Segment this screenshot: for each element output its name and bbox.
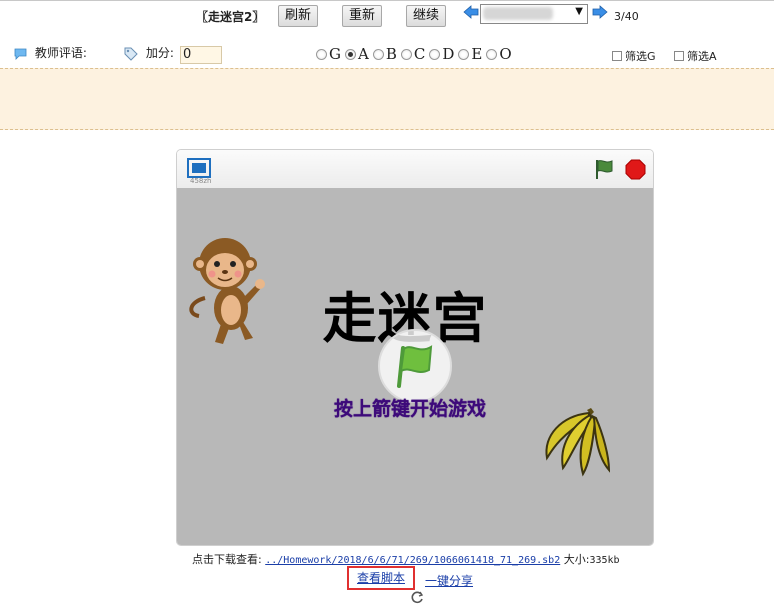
grade-radio[interactable] bbox=[316, 48, 327, 60]
grade-option[interactable]: E bbox=[458, 45, 482, 63]
grade-radio[interactable] bbox=[429, 48, 441, 60]
grade-radio[interactable] bbox=[344, 48, 356, 60]
grade-radio[interactable] bbox=[400, 48, 412, 60]
next-arrow-icon[interactable] bbox=[592, 5, 608, 19]
grade-option[interactable]: C bbox=[400, 45, 426, 63]
grade-option[interactable]: A bbox=[344, 45, 369, 63]
grade-option[interactable]: D bbox=[429, 45, 454, 63]
loading-cursor-icon bbox=[411, 591, 424, 604]
banana-sprite bbox=[545, 408, 611, 477]
filter-g-checkbox[interactable] bbox=[612, 51, 622, 61]
prev-arrow-icon[interactable] bbox=[463, 5, 479, 19]
project-size-label: 458zh bbox=[190, 177, 212, 185]
scratch-player: 458zh 走迷宫 按上箭键开始游戏 bbox=[176, 149, 654, 546]
grade-label: C bbox=[413, 45, 426, 63]
top-divider bbox=[0, 0, 774, 1]
grade-option[interactable]: B bbox=[372, 45, 397, 63]
filter-a-checkbox[interactable] bbox=[674, 51, 684, 61]
grade-label: A bbox=[357, 45, 369, 63]
student-select[interactable]: ▼ bbox=[480, 4, 588, 24]
player-toolbar: 458zh bbox=[177, 150, 653, 189]
filter-g-label: 筛选G bbox=[625, 50, 656, 63]
comment-label: 教师评语: bbox=[34, 46, 87, 60]
teacher-comment-area[interactable] bbox=[0, 68, 774, 130]
grade-radio[interactable] bbox=[458, 48, 470, 60]
download-label: 点击下载查看: bbox=[192, 553, 262, 566]
start-flag-button-icon[interactable] bbox=[377, 328, 453, 404]
score-label: 加分: bbox=[145, 46, 174, 60]
tag-icon bbox=[124, 47, 138, 61]
selected-student-blurred bbox=[483, 7, 553, 20]
green-flag-icon[interactable] bbox=[593, 158, 615, 180]
share-link[interactable]: 一键分享 bbox=[425, 572, 473, 589]
continue-button[interactable]: 继续 bbox=[406, 5, 447, 27]
renew-button[interactable]: 重新 bbox=[342, 5, 383, 27]
grade-radio[interactable] bbox=[486, 48, 498, 60]
comment-label-group: 教师评语: bbox=[14, 44, 87, 61]
grade-label: E bbox=[471, 45, 483, 63]
file-size: 335kb bbox=[589, 555, 620, 566]
game-hint: 按上箭键开始游戏 bbox=[333, 398, 486, 420]
project-title: 〖走迷宫2〗 bbox=[196, 10, 265, 24]
size-prefix: 大小: bbox=[563, 553, 590, 566]
grade-radio[interactable] bbox=[372, 48, 384, 60]
filter-g[interactable]: 筛选G bbox=[612, 48, 656, 64]
filter-a[interactable]: 筛选A bbox=[674, 48, 717, 64]
download-row: 点击下载查看: ../Homework/2018/6/6/71/269/1066… bbox=[192, 551, 620, 567]
download-link[interactable]: ../Homework/2018/6/6/71/269/1066061418_7… bbox=[265, 555, 560, 566]
grade-label: G bbox=[329, 45, 341, 63]
grade-label: O bbox=[499, 45, 512, 63]
fullscreen-icon[interactable] bbox=[187, 158, 211, 178]
score-input[interactable]: 0 bbox=[180, 46, 222, 64]
speech-bubble-icon bbox=[14, 48, 27, 60]
score-label-group: 加分: bbox=[124, 44, 174, 61]
grade-radio-group: GABCDEO bbox=[316, 45, 516, 63]
grade-option[interactable]: G bbox=[316, 45, 341, 63]
filter-a-label: 筛选A bbox=[687, 50, 717, 63]
chevron-down-icon: ▼ bbox=[575, 6, 583, 17]
refresh-button[interactable]: 刷新 bbox=[278, 5, 319, 27]
grade-option[interactable]: O bbox=[486, 45, 512, 63]
grade-label: B bbox=[385, 45, 397, 63]
monkey-sprite bbox=[189, 238, 265, 344]
grade-label: D bbox=[442, 45, 455, 63]
stop-icon[interactable] bbox=[625, 159, 646, 180]
game-stage[interactable]: 走迷宫 按上箭键开始游戏 bbox=[177, 188, 653, 545]
page-counter: 3/40 bbox=[614, 10, 639, 23]
view-script-link[interactable]: 查看脚本 bbox=[347, 566, 415, 590]
